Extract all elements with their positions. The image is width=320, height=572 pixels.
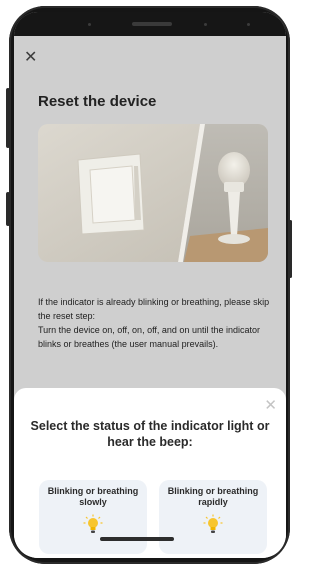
option-blinking-rapidly[interactable]: Blinking or breathing rapidly xyxy=(159,480,267,554)
reset-illustration xyxy=(38,124,268,262)
phone-screen: ✕ Reset the device If the indicator is a… xyxy=(14,12,286,558)
sensor-dot xyxy=(204,23,207,26)
volume-down-button xyxy=(6,192,10,226)
option-label: Blinking or breathing rapidly xyxy=(167,486,259,507)
volume-up-button xyxy=(6,88,10,148)
sensor-dot xyxy=(88,23,91,26)
earpiece-speaker xyxy=(132,22,172,26)
lightbulb-icon xyxy=(83,514,103,533)
option-label: Blinking or breathing slowly xyxy=(47,486,139,507)
instruction-line: Turn the device on, off, on, off, and on… xyxy=(38,325,260,349)
option-blinking-slowly[interactable]: Blinking or breathing slowly xyxy=(39,480,147,554)
lightbulb-icon xyxy=(203,514,223,533)
close-icon[interactable]: ✕ xyxy=(24,50,37,66)
wall-switch-and-lamp-image xyxy=(38,124,268,262)
close-icon[interactable]: ✕ xyxy=(264,398,277,413)
sheet-title: Select the status of the indicator light… xyxy=(30,419,270,449)
reset-instructions: If the indicator is already blinking or … xyxy=(38,295,274,351)
page-title: Reset the device xyxy=(38,93,157,110)
indicator-status-sheet: ✕ Select the status of the indicator lig… xyxy=(14,388,286,558)
power-button xyxy=(289,220,292,278)
reset-device-page: ✕ Reset the device If the indicator is a… xyxy=(14,36,286,558)
instruction-line: If the indicator is already blinking or … xyxy=(38,297,270,321)
status-bar xyxy=(14,12,286,36)
home-indicator[interactable] xyxy=(100,537,174,541)
front-camera xyxy=(247,23,250,26)
